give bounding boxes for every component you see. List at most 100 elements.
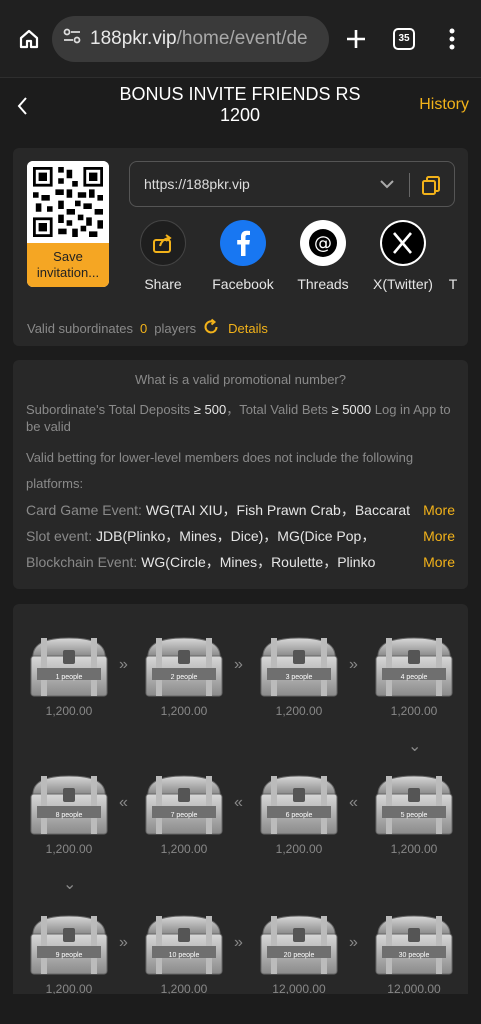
treasure-chest[interactable]: 7 people 1,200.00 [142, 772, 226, 856]
chest-people: 9 people [55, 952, 83, 959]
chest-people: 5 people [400, 812, 428, 819]
more-link[interactable]: More [423, 549, 455, 575]
chest-amount: 1,200.00 [160, 842, 208, 856]
chest-people: 3 people [285, 674, 313, 681]
treasure-chest[interactable]: 20 people 12,000.00 [257, 912, 341, 996]
refresh-icon[interactable] [202, 318, 220, 339]
more-link[interactable]: More [423, 523, 455, 549]
bottom-bar [0, 994, 481, 1024]
flow-arrow-icon: « [234, 794, 243, 811]
threads-button[interactable]: @ Threads [283, 220, 363, 292]
event-row: Blockchain Event: WG(Circle，Mines，Roulet… [26, 549, 455, 575]
chest-people: 2 people [170, 674, 198, 681]
chest-icon [257, 912, 341, 987]
share-icon [140, 220, 186, 266]
rules-condition: Subordinate's Total Deposits ≥ 500，Total… [26, 402, 451, 434]
flow-arrow-icon: ⌄ [63, 876, 77, 893]
tab-switcher-button[interactable]: 35 [385, 20, 423, 58]
chest-people: 6 people [285, 812, 313, 819]
more-menu-icon[interactable] [433, 20, 471, 58]
treasure-chest[interactable]: 6 people 1,200.00 [257, 772, 341, 856]
chest-people: 4 people [400, 674, 428, 681]
new-tab-icon[interactable] [337, 20, 375, 58]
treasure-chest[interactable]: 2 people 1,200.00 [142, 634, 226, 718]
chest-amount: 1,200.00 [390, 842, 438, 856]
chest-icon [372, 634, 456, 709]
chest-icon [372, 772, 456, 847]
treasure-chest[interactable]: 1 people 1,200.00 [27, 634, 111, 718]
svg-text:@: @ [314, 233, 332, 254]
tab-count: 35 [393, 27, 415, 50]
chevron-down-icon[interactable] [378, 175, 396, 196]
divider [409, 173, 410, 197]
treasure-chest[interactable]: 8 people 1,200.00 [27, 772, 111, 856]
chest-amount: 1,200.00 [275, 842, 323, 856]
threads-label: Threads [297, 276, 349, 292]
share-label: Share [144, 276, 182, 292]
facebook-button[interactable]: Facebook [203, 220, 283, 292]
flow-arrow-icon: ⌄ [408, 738, 422, 755]
flow-arrow-icon: » [349, 934, 358, 951]
rules-question: What is a valid promotional number? [135, 372, 346, 387]
valid-count: 0 [140, 321, 148, 336]
rules-card: What is a valid promotional number? Subo… [13, 360, 468, 589]
url-text: 188pkr.vip/home/event/de [90, 27, 308, 49]
chest-icon [27, 772, 111, 847]
address-bar[interactable]: 188pkr.vip/home/event/de [52, 15, 329, 62]
chest-icon [142, 912, 226, 987]
telegram-button[interactable]: T [443, 220, 463, 292]
event-row: Slot event: JDB(Plinko，Mines，Dice)，MG(Di… [26, 523, 455, 549]
treasure-chest[interactable]: 4 people 1,200.00 [372, 634, 456, 718]
copy-icon[interactable] [420, 174, 442, 199]
chest-icon [257, 772, 341, 847]
flow-arrow-icon: « [349, 794, 358, 811]
treasure-chest[interactable]: 10 people 1,200.00 [142, 912, 226, 996]
flow-arrow-icon: » [234, 656, 243, 673]
threads-icon: @ [300, 220, 346, 266]
invite-card: Save invitation... https://188pkr.vip Sh… [13, 148, 468, 346]
chest-people: 30 people [398, 952, 430, 959]
flow-arrow-icon: » [119, 656, 128, 673]
home-icon[interactable] [10, 20, 48, 58]
page-title: BONUS INVITE FRIENDS RS 1200 [119, 84, 361, 125]
x-twitter-button[interactable]: X(Twitter) [363, 220, 443, 292]
facebook-icon [220, 220, 266, 266]
site-settings-icon[interactable] [62, 26, 82, 51]
save-invitation-button[interactable]: Save invitation... [27, 243, 109, 287]
invite-url-select[interactable]: https://188pkr.vip [129, 161, 455, 207]
invite-url-text: https://188pkr.vip [144, 176, 250, 192]
flow-arrow-icon: « [119, 794, 128, 811]
valid-label: Valid subordinates [27, 321, 133, 336]
x-twitter-label: X(Twitter) [373, 276, 433, 292]
chest-amount: 1,200.00 [45, 842, 93, 856]
chest-people: 8 people [55, 812, 83, 819]
chest-icon [142, 634, 226, 709]
chest-icon [257, 634, 341, 709]
chest-amount: 1,200.00 [160, 704, 208, 718]
telegram-label: T [448, 276, 458, 292]
more-link[interactable]: More [423, 497, 455, 523]
treasure-chest[interactable]: 5 people 1,200.00 [372, 772, 456, 856]
treasure-chest[interactable]: 9 people 1,200.00 [27, 912, 111, 996]
chest-people: 1 people [55, 674, 83, 681]
treasure-chest[interactable]: 3 people 1,200.00 [257, 634, 341, 718]
chest-grid: 1 people 1,200.00 2 people 1,200.00 3 people… [13, 604, 468, 1024]
chest-icon [372, 912, 456, 987]
share-button[interactable]: Share [123, 220, 203, 292]
browser-toolbar: 188pkr.vip/home/event/de 35 [0, 0, 481, 78]
qr-code: Save invitation... [27, 161, 109, 287]
valid-subordinates: Valid subordinates 0 players Details [27, 318, 268, 339]
chest-icon [27, 634, 111, 709]
facebook-label: Facebook [212, 276, 274, 292]
chest-amount: 1,200.00 [45, 704, 93, 718]
back-icon[interactable] [10, 92, 38, 120]
share-row: Share Facebook @ Threads X(Twitter) T [123, 220, 463, 292]
details-link[interactable]: Details [228, 321, 268, 336]
rules-platforms: Valid betting for lower-level members do… [26, 450, 414, 491]
flow-arrow-icon: » [119, 934, 128, 951]
treasure-chest[interactable]: 30 people 12,000.00 [372, 912, 456, 996]
history-link[interactable]: History [419, 96, 469, 114]
valid-unit: players [154, 321, 197, 336]
chest-amount: 1,200.00 [275, 704, 323, 718]
qr-code-icon [27, 161, 109, 243]
